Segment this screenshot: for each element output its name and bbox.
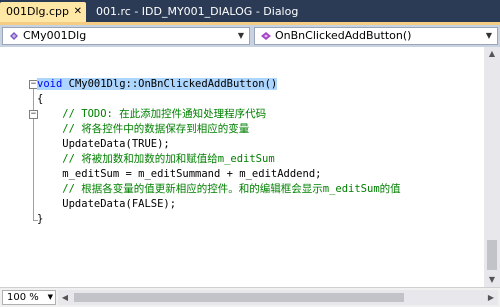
zoom-value: 100 % (7, 292, 39, 303)
class-icon (7, 29, 21, 43)
scroll-down-icon[interactable]: ▼ (484, 273, 500, 287)
code-comment: // 将各控件中的数据保存到相应的变量 (37, 123, 250, 135)
code-line: { (37, 93, 44, 105)
scroll-thumb[interactable] (74, 293, 404, 302)
class-dropdown-value: CMy001Dlg (23, 29, 87, 42)
code-comment: // 将被加数和加数的加和赋值给m_editSum (37, 153, 275, 165)
class-dropdown[interactable]: CMy001Dlg ▼ (2, 27, 250, 45)
chevron-down-icon[interactable]: ▼ (48, 291, 53, 304)
method-icon (259, 29, 273, 43)
vertical-scrollbar[interactable]: ▲ ▼ (484, 47, 500, 287)
scroll-thumb[interactable] (487, 240, 497, 270)
member-dropdown-value: OnBnClickedAddButton() (275, 29, 412, 42)
document-tab-strip: 001Dlg.cpp ✕ 001.rc - IDD_MY001_DIALOG -… (0, 0, 500, 22)
code-line: } (37, 213, 44, 225)
member-dropdown[interactable]: OnBnClickedAddButton() ▼ (254, 27, 498, 45)
chevron-down-icon[interactable]: ▼ (483, 29, 495, 43)
scroll-left-icon[interactable]: ◀ (58, 290, 72, 305)
tab-label: 001Dlg.cpp (6, 5, 70, 18)
editor-window: 001Dlg.cpp ✕ 001.rc - IDD_MY001_DIALOG -… (0, 0, 500, 307)
zoom-dropdown[interactable]: 100 % ▼ (2, 290, 56, 305)
scroll-right-icon[interactable]: ▶ (484, 290, 498, 305)
scroll-up-icon[interactable]: ▲ (484, 47, 500, 61)
close-icon[interactable]: ✕ (74, 2, 82, 22)
code-line: m_editSum = m_editSummand + m_editAddend… (37, 168, 322, 180)
editor-bottom-bar: 100 % ▼ ◀ ▶ (0, 287, 500, 307)
tab-001-rc-dialog[interactable]: 001.rc - IDD_MY001_DIALOG - Dialog (90, 2, 298, 22)
code-line-signature: void CMy001Dlg::OnBnClickedAddButton() (37, 77, 278, 92)
selected-text: void CMy001Dlg::OnBnClickedAddButton() (37, 78, 278, 90)
chevron-down-icon[interactable]: ▼ (235, 29, 247, 43)
code-line: UpdateData(TRUE); (37, 138, 170, 150)
horizontal-scrollbar[interactable]: ◀ ▶ (58, 290, 498, 305)
tab-001dlg-cpp[interactable]: 001Dlg.cpp ✕ (0, 2, 86, 22)
code-comment: // 根据各变量的值更新相应的控件。和的编辑框会显示m_editSum的值 (37, 183, 401, 195)
tab-label: 001.rc - IDD_MY001_DIALOG - Dialog (96, 5, 299, 18)
code-editor[interactable]: − − void CMy001Dlg::OnBnClickedAddButton… (0, 47, 484, 287)
indicator-margin (0, 47, 14, 287)
navigation-bar: CMy001Dlg ▼ OnBnClickedAddButton() ▼ (0, 25, 500, 47)
code-text[interactable]: void CMy001Dlg::OnBnClickedAddButton() {… (37, 47, 477, 287)
code-line: UpdateData(FALSE); (37, 198, 177, 210)
code-comment: // TODO: 在此添加控件通知处理程序代码 (37, 108, 267, 120)
